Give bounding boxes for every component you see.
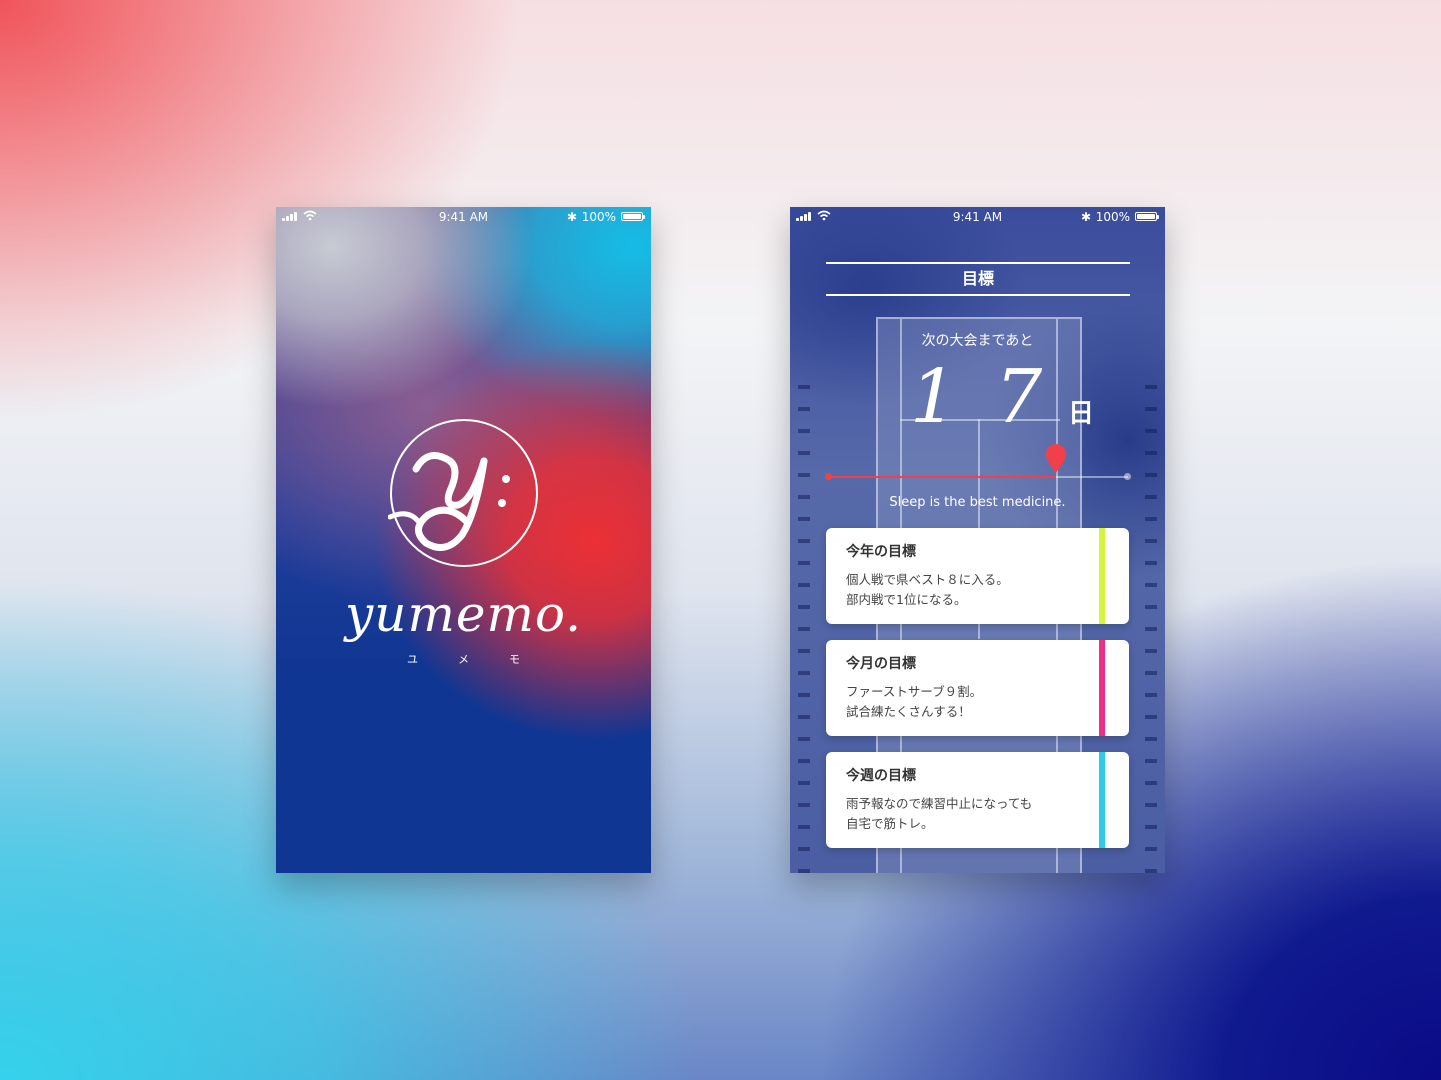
goal-card-title: 今年の目標: [846, 544, 916, 560]
goal-card-title: 今月の目標: [846, 656, 916, 672]
battery-percent: 100%: [1095, 210, 1130, 224]
goal-card-month[interactable]: 今月の目標 ファーストサーブ９割。 試合練たくさんする！: [826, 640, 1129, 736]
countdown-unit: 日: [1068, 399, 1095, 429]
goal-card-year[interactable]: 今年の目標 個人戦で県ベスト８に入る。 部内戦で1位になる。: [826, 528, 1129, 624]
page-title: 目標: [826, 262, 1130, 296]
status-bar: 9:41 AM ✱ 100%: [790, 207, 1165, 227]
progress-end-dot: [1124, 473, 1131, 480]
goal-card-text: 雨予報なので練習中止になっても: [846, 796, 1033, 811]
fence-image: [1145, 377, 1157, 873]
app-wordmark: yumemo.: [345, 585, 582, 643]
goal-accent-bar: [1099, 752, 1105, 848]
motto-text: Sleep is the best medicine.: [889, 495, 1066, 510]
app-kana-name: ユメモ: [407, 653, 560, 666]
goal-card-text: ファーストサーブ９割。: [846, 684, 983, 699]
goal-card-text: 部内戦で1位になる。: [846, 592, 967, 607]
goal-card-week[interactable]: 今週の目標 雨予報なので練習中止になっても 自宅で筋トレ。: [826, 752, 1129, 848]
location-pin-icon: [1045, 444, 1067, 473]
status-bar: 9:41 AM ✱ 100%: [276, 207, 651, 227]
bluetooth-icon: ✱: [566, 210, 577, 224]
battery-icon: [1135, 212, 1159, 221]
splash-screen: 9:41 AM ✱ 100% yumemo. ユメモ: [276, 207, 651, 873]
goal-card-text: 自宅で筋トレ。: [846, 816, 934, 831]
tournament-progress-bar: [825, 444, 1131, 480]
goal-card-text: 個人戦で県ベスト８に入る。: [846, 572, 1009, 587]
goal-accent-bar: [1099, 528, 1105, 624]
goals-screen: 9:41 AM ✱ 100% 目標 次の大会まであと 17 日 Sleep is…: [790, 207, 1165, 873]
countdown-label: 次の大会まであと: [921, 333, 1034, 349]
fence-image: [798, 377, 810, 873]
goal-card-title: 今週の目標: [846, 768, 916, 784]
progress-start-dot: [825, 473, 832, 480]
bluetooth-icon: ✱: [1080, 210, 1091, 224]
countdown-days: 17: [910, 354, 1081, 440]
battery-icon: [621, 212, 645, 221]
goal-accent-bar: [1099, 640, 1105, 736]
battery-percent: 100%: [581, 210, 616, 224]
goal-card-text: 試合練たくさんする！: [846, 704, 971, 719]
app-logo-icon: [387, 417, 540, 569]
progress-fill: [828, 476, 1056, 478]
